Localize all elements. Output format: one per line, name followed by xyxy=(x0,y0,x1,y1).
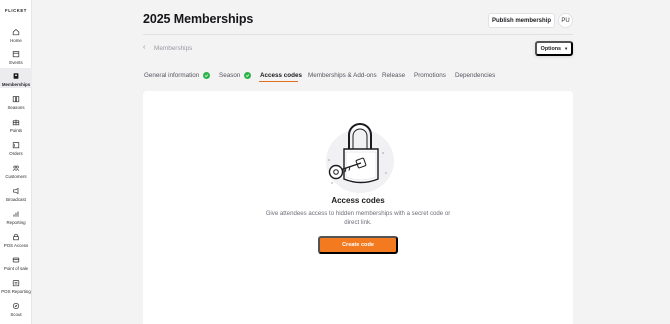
sidebar-item-memberships[interactable]: Memberships xyxy=(0,68,32,88)
options-button[interactable]: Options ▾ xyxy=(535,41,573,56)
sidebar-item-events[interactable]: Events xyxy=(0,46,32,66)
gift-icon xyxy=(11,117,21,127)
options-label: Options xyxy=(540,45,562,52)
tab-label: Memberships & Add-ons xyxy=(308,71,377,79)
tab-label: Access codes xyxy=(260,71,303,79)
tab-label: Release xyxy=(382,71,406,79)
publish-membership-button[interactable]: Publish membership xyxy=(488,13,555,28)
check-circle-icon xyxy=(244,71,252,79)
pos-report-icon xyxy=(11,278,21,288)
check-circle-icon xyxy=(203,71,211,79)
tab-release[interactable]: Release xyxy=(382,69,405,81)
book-icon xyxy=(11,94,21,104)
calendar-icon xyxy=(11,49,21,59)
sidebar-item-label: POS Access xyxy=(3,243,29,248)
sidebar-item-home[interactable]: Home xyxy=(0,24,32,44)
padlock-key-illustration xyxy=(326,123,394,193)
lock-icon xyxy=(11,232,21,242)
sidebar-item-pos-reporting[interactable]: POS Reporting xyxy=(0,275,32,295)
avatar[interactable]: PU xyxy=(558,13,573,28)
sidebar-item-label: Orders xyxy=(9,151,23,156)
active-tab-indicator xyxy=(259,81,298,83)
sidebar-item-label: Reporting xyxy=(6,220,26,225)
tab-promotions[interactable]: Promotions xyxy=(414,69,446,81)
sidebar-item-points[interactable]: Points xyxy=(0,114,32,134)
membership-icon xyxy=(11,71,21,81)
pos-icon xyxy=(11,255,21,265)
page-title: 2025 Memberships xyxy=(143,12,254,26)
sidebar-item-label: Broadcast xyxy=(6,197,26,202)
chart-icon xyxy=(11,209,21,219)
header-divider xyxy=(143,34,573,35)
home-icon xyxy=(11,27,21,37)
sidebar-item-label: Points xyxy=(9,128,23,133)
chevron-down-icon: ▾ xyxy=(565,45,568,51)
sidebar: FLICKET Home Events Memberships Seasons … xyxy=(0,0,32,324)
sidebar-item-scout[interactable]: Scout xyxy=(0,298,32,318)
tab-general-information[interactable]: General information xyxy=(144,69,211,81)
empty-state-description: Give attendees access to hidden membersh… xyxy=(265,210,451,227)
tab-label: General information xyxy=(144,71,200,79)
access-codes-empty-state: Access codes Give attendees access to hi… xyxy=(143,91,573,324)
back-arrow-icon[interactable]: ‹ xyxy=(143,44,145,51)
sidebar-item-label: Scout xyxy=(10,312,22,317)
tab-dependencies[interactable]: Dependencies xyxy=(455,69,495,81)
sidebar-item-label: Memberships xyxy=(1,82,31,87)
sidebar-item-seasons[interactable]: Seasons xyxy=(0,91,32,111)
flicket-logo[interactable]: FLICKET xyxy=(0,8,32,13)
tab-label: Dependencies xyxy=(455,71,496,79)
sidebar-item-orders[interactable]: Orders xyxy=(0,137,32,157)
tab-label: Season xyxy=(219,71,241,79)
sidebar-item-label: Customers xyxy=(5,174,27,179)
broadcast-icon xyxy=(11,186,21,196)
tab-memberships-addons[interactable]: Memberships & Add-ons xyxy=(308,69,377,81)
breadcrumb[interactable]: Memberships xyxy=(154,45,192,52)
tab-label: Promotions xyxy=(414,71,446,79)
sidebar-item-label: POS Reporting xyxy=(1,289,31,294)
customers-icon xyxy=(11,163,21,173)
sidebar-item-label: Seasons xyxy=(7,105,25,110)
scout-icon xyxy=(11,301,21,311)
sidebar-item-broadcast[interactable]: Broadcast xyxy=(0,183,32,203)
empty-state-title: Access codes xyxy=(331,196,385,205)
sidebar-item-point-of-sale[interactable]: Point of sale xyxy=(0,252,32,272)
sidebar-item-label: Point of sale xyxy=(3,266,29,271)
tab-access-codes[interactable]: Access codes xyxy=(260,69,302,81)
sidebar-item-customers[interactable]: Customers xyxy=(0,160,32,180)
create-code-button[interactable]: Create code xyxy=(318,236,398,254)
sidebar-item-pos-access[interactable]: POS Access xyxy=(0,229,32,249)
orders-icon xyxy=(11,140,21,150)
tab-season[interactable]: Season xyxy=(219,69,252,81)
sidebar-item-reporting[interactable]: Reporting xyxy=(0,206,32,226)
sidebar-item-label: Events xyxy=(9,60,23,65)
sidebar-item-label: Home xyxy=(10,38,22,43)
